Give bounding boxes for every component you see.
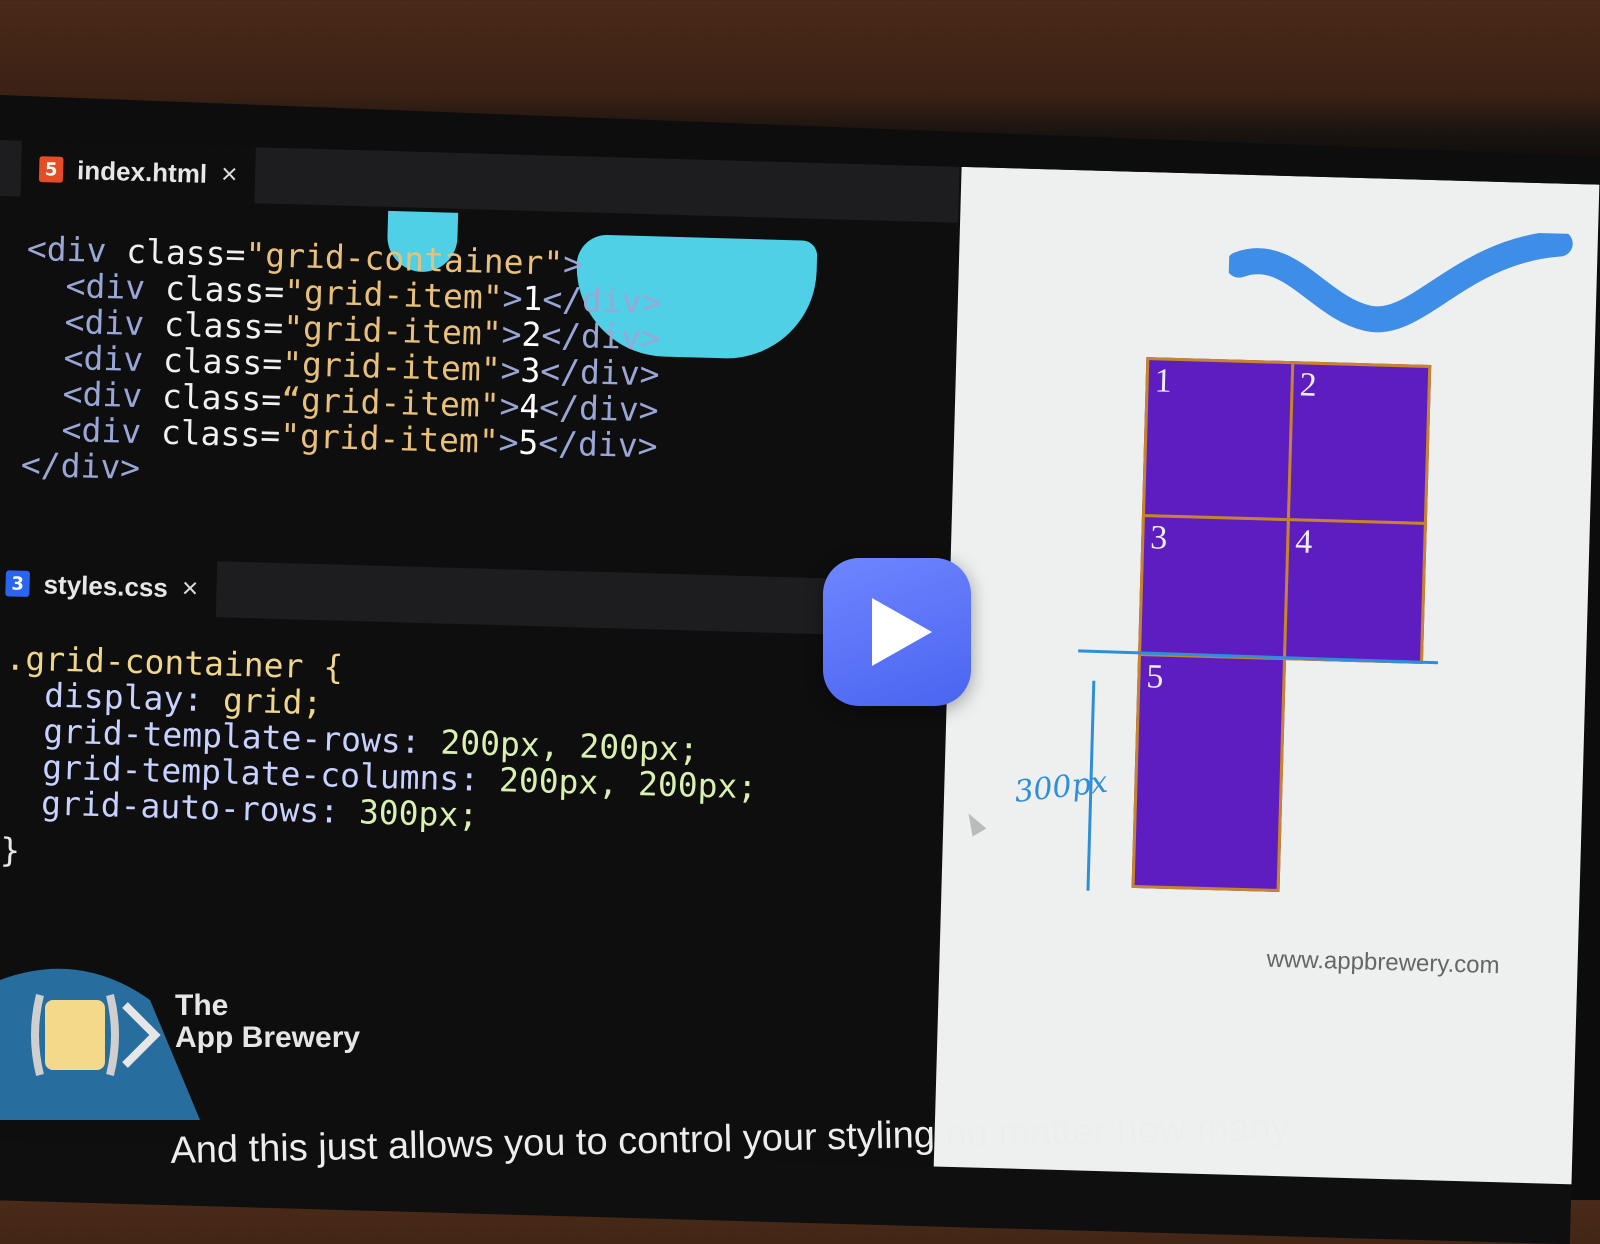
close-icon[interactable]: ×: [181, 572, 198, 604]
tab-label: index.html: [76, 154, 208, 189]
code-token: grid-auto-rows:: [40, 783, 340, 831]
brand-line: The: [175, 989, 229, 1022]
grid-item: 1: [1141, 357, 1295, 522]
css-tabbar: 3 styles.css ×: [0, 554, 949, 638]
play-icon: [872, 598, 932, 666]
grid-item: 5: [1131, 652, 1287, 893]
code-token: 300px;: [338, 791, 479, 835]
website-url: www.appbrewery.com: [1266, 945, 1500, 980]
code-token: <div: [64, 301, 145, 344]
code-token: >: [498, 422, 520, 462]
tab-styles-css[interactable]: 3 styles.css ×: [0, 554, 218, 618]
code-token: >: [499, 386, 521, 426]
tab-label: styles.css: [43, 568, 169, 603]
code-token: >: [501, 314, 523, 354]
close-icon[interactable]: ×: [221, 158, 238, 190]
code-token: 5: [517, 422, 539, 463]
code-token: <div: [62, 373, 143, 416]
code-token: </div>: [537, 423, 659, 466]
brand-name: The App Brewery: [175, 990, 360, 1054]
code-token: >: [562, 243, 584, 284]
brand-line: App Brewery: [175, 1021, 361, 1054]
code-token: <div: [61, 409, 142, 452]
decorative-squiggle: [1226, 230, 1573, 333]
code-token: 1: [521, 278, 543, 319]
code-token: >: [500, 350, 522, 390]
grid-item: 4: [1282, 518, 1427, 664]
code-token: class=: [140, 412, 281, 455]
code-token: "grid-item": [279, 415, 500, 462]
code-token: 3: [519, 350, 541, 391]
css-code-block: .grid-container { display: grid; grid-te…: [0, 638, 761, 889]
annotation-label: 300px: [1012, 764, 1110, 810]
grid-preview: 1 2 3 4 5 300px www.appbrewery.com: [933, 166, 1600, 1185]
code-token: <div: [26, 228, 107, 271]
code-token: >: [502, 278, 524, 318]
tab-index-html[interactable]: 5 index.html ×: [20, 140, 257, 204]
code-line: }: [0, 830, 21, 870]
play-button[interactable]: [823, 558, 971, 706]
code-token: 200px, 200px;: [478, 759, 758, 807]
code-token: 2: [520, 314, 542, 355]
html5-icon: 5: [38, 156, 64, 183]
html-code-block: <div class="grid-container"> <div class=…: [20, 228, 663, 501]
grid-item: 3: [1138, 514, 1290, 661]
code-token: <div: [65, 265, 146, 308]
code-token: <div: [63, 337, 144, 380]
grid-item: 2: [1286, 361, 1432, 525]
code-token: 4: [518, 386, 540, 427]
css3-icon: 3: [5, 570, 30, 597]
